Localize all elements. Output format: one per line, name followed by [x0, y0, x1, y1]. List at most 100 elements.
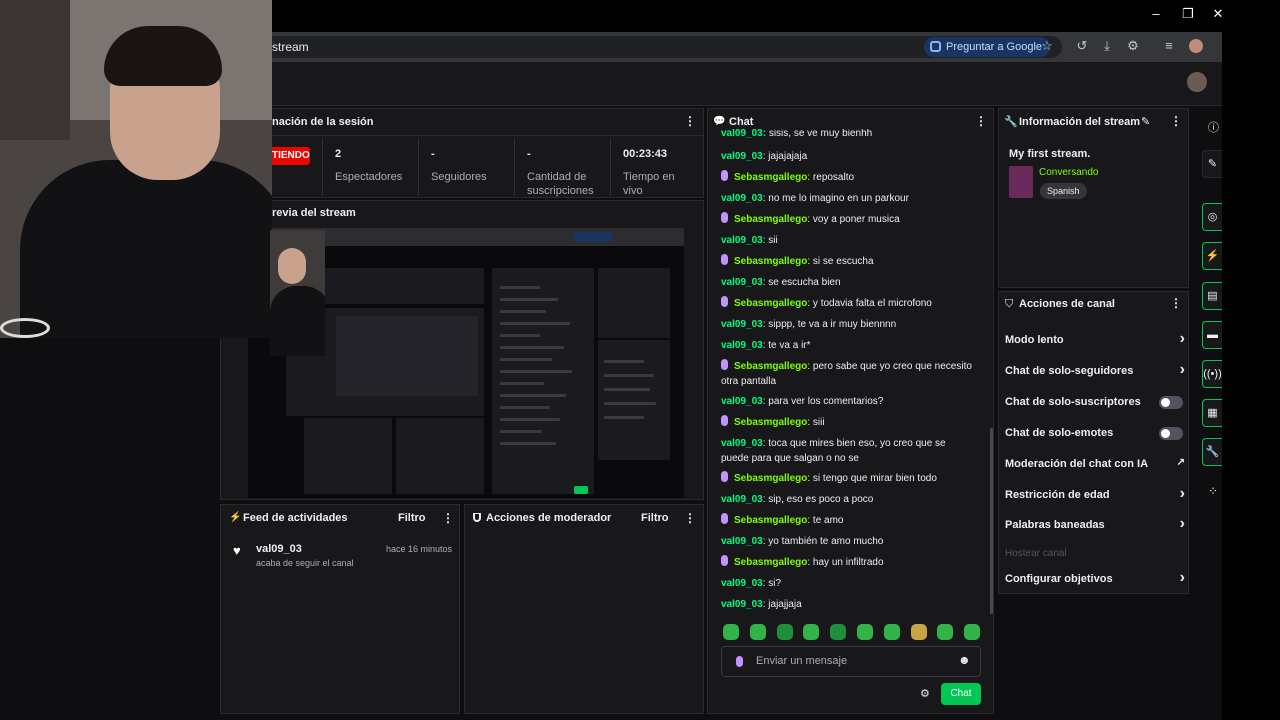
language-tag[interactable]: Spanish: [1040, 183, 1087, 199]
chat-send-label: Chat: [950, 688, 972, 699]
chat-settings-icon[interactable]: ⚙: [920, 687, 930, 700]
emote-icon[interactable]: [776, 624, 793, 640]
chat-input[interactable]: Enviar un mensaje ☻: [721, 646, 981, 677]
chat-username[interactable]: val09_03: [721, 151, 763, 162]
preview-line: [604, 402, 656, 405]
chat-username[interactable]: Sebasmgallego: [734, 256, 807, 267]
chat-username[interactable]: val09_03: [721, 438, 763, 449]
activity-more-icon[interactable]: ⋮: [442, 511, 454, 525]
emote-icon[interactable]: [937, 624, 954, 640]
chat-username[interactable]: val09_03: [721, 578, 763, 589]
chat-username[interactable]: Sebasmgallego: [734, 515, 807, 526]
pencil-side-icon[interactable]: ✎: [1202, 150, 1222, 178]
chat-username[interactable]: val09_03: [721, 599, 763, 610]
channel-action-row[interactable]: Chat de solo-suscriptores: [1005, 396, 1185, 409]
session-more-icon[interactable]: ⋮: [684, 114, 696, 128]
chat-username[interactable]: Sebasmgallego: [734, 557, 807, 568]
chat-message: val09_03: te va a ir*: [721, 338, 975, 353]
media-icon[interactable]: ≡: [1160, 38, 1178, 53]
emote-icon[interactable]: [749, 624, 766, 640]
emote-icon[interactable]: [723, 624, 739, 640]
preview-google-button: [573, 232, 613, 242]
preview-mod: [396, 418, 484, 494]
camera-side-icon[interactable]: ◎: [1202, 203, 1222, 231]
channel-action-row[interactable]: Moderación del chat con IA ↗: [1005, 457, 1185, 470]
followers-value: -: [431, 148, 435, 160]
uptime-value: 00:23:43: [623, 148, 668, 160]
mod-filter-button[interactable]: Filtro: [641, 512, 669, 524]
chat-send-button[interactable]: Chat: [941, 683, 981, 705]
toggle-switch[interactable]: [1159, 427, 1183, 440]
chat-username[interactable]: val09_03: [721, 340, 763, 351]
divider: [322, 138, 323, 196]
chat-username[interactable]: Sebasmgallego: [734, 417, 807, 428]
chat-message: val09_03: toca que mires bien eso, yo cr…: [721, 436, 975, 466]
layout-side-icon[interactable]: ▦: [1202, 399, 1222, 427]
channel-action-row[interactable]: Palabras baneadas ›: [1005, 515, 1185, 532]
chat-text: sippp, te va a ir muy biennnn: [768, 319, 897, 330]
emoji-picker-icon[interactable]: ☻: [958, 653, 971, 667]
channel-action-row[interactable]: Modo lento ›: [1005, 330, 1185, 347]
chat-username[interactable]: val09_03: [721, 536, 763, 547]
chat-username[interactable]: Sebasmgallego: [734, 298, 807, 309]
emote-icon[interactable]: [883, 624, 900, 640]
emote-icon[interactable]: [803, 624, 820, 640]
channel-action-row[interactable]: Chat de solo-emotes: [1005, 427, 1185, 440]
chat-username[interactable]: Sebasmgallego: [734, 361, 807, 372]
emote-icon[interactable]: [857, 624, 873, 640]
wrench-icon: 🔧: [1004, 116, 1018, 128]
star-icon[interactable]: ☆: [1038, 38, 1056, 54]
extensions-icon[interactable]: ⚙: [1124, 38, 1142, 54]
doc-side-icon[interactable]: ▤: [1202, 282, 1222, 310]
profile-avatar[interactable]: [1189, 39, 1203, 53]
channel-actions-more-icon[interactable]: ⋮: [1170, 296, 1182, 310]
chat-scrollbar[interactable]: [990, 428, 993, 614]
more-side-icon[interactable]: ⁘: [1208, 484, 1218, 498]
emote-icon[interactable]: [910, 624, 927, 640]
chat-username[interactable]: val09_03: [721, 319, 763, 330]
user-avatar[interactable]: [1187, 72, 1207, 92]
channel-action-row[interactable]: Configurar objetivos ›: [1005, 569, 1185, 586]
chat-side-icon[interactable]: ▬: [1202, 321, 1222, 349]
chat-username[interactable]: Sebasmgallego: [734, 172, 807, 183]
history-icon[interactable]: ↺: [1073, 38, 1091, 54]
ask-google-button[interactable]: Preguntar a Google: [924, 37, 1051, 57]
chat-username[interactable]: Sebasmgallego: [734, 473, 807, 484]
chevron-right-icon: ›: [1179, 569, 1185, 586]
toggle-switch[interactable]: [1159, 396, 1183, 409]
chat-username[interactable]: val09_03: [721, 396, 763, 407]
broadcast-side-icon[interactable]: ((•)): [1202, 360, 1222, 388]
mod-more-icon[interactable]: ⋮: [684, 511, 696, 525]
chat-username[interactable]: val09_03: [721, 277, 763, 288]
minimize-button[interactable]: –: [1146, 6, 1166, 21]
nested-shirt: [270, 286, 325, 356]
close-window-button[interactable]: ✕: [1208, 6, 1222, 22]
chat-username[interactable]: Sebasmgallego: [734, 214, 807, 225]
bolt-side-icon[interactable]: ⚡: [1202, 242, 1222, 270]
activity-user[interactable]: val09_03: [256, 543, 302, 555]
chat-username[interactable]: val09_03: [721, 235, 763, 246]
download-icon[interactable]: ⤓: [1098, 38, 1116, 54]
restore-button[interactable]: ❐: [1178, 6, 1198, 22]
chat-more-icon[interactable]: ⋮: [975, 114, 987, 128]
edit-pencil-icon[interactable]: ✎: [1141, 115, 1150, 128]
info-icon[interactable]: ⓘ: [1208, 119, 1219, 135]
category-name[interactable]: Conversando: [1039, 167, 1098, 178]
emote-icon[interactable]: [964, 624, 981, 640]
nested-webcam: [270, 230, 325, 356]
chat-username[interactable]: val09_03: [721, 494, 763, 505]
category-thumbnail[interactable]: [1009, 166, 1033, 198]
channel-action-row[interactable]: Chat de solo-seguidores ›: [1005, 361, 1185, 378]
live-label: TIENDO: [272, 150, 310, 161]
activity-filter-button[interactable]: Filtro: [398, 512, 426, 524]
preview-line: [500, 358, 552, 361]
stream-info-more-icon[interactable]: ⋮: [1170, 114, 1182, 128]
preview-line: [500, 346, 564, 349]
chat-username[interactable]: val09_03: [721, 193, 763, 204]
chat-text: te amo: [812, 515, 844, 526]
activity-feed-panel: [220, 504, 460, 714]
chat-text: si tengo que mirar bien todo: [812, 473, 937, 484]
wrench-side-icon[interactable]: 🔧: [1202, 438, 1222, 466]
emote-icon[interactable]: [830, 624, 847, 640]
channel-action-row[interactable]: Restricción de edad ›: [1005, 485, 1185, 502]
